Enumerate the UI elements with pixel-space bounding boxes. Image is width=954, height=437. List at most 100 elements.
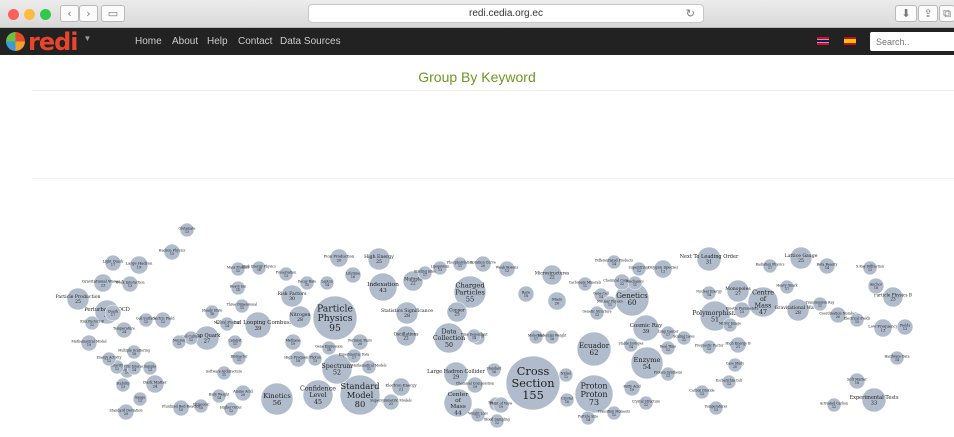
keyword-bubble[interactable]: Steady State16 [202,304,223,320]
keyword-bubble[interactable]: Oscillations22 [394,325,419,347]
keyword-bubble[interactable]: Fermion Pairs20 [348,333,372,351]
keyword-bubble[interactable]: Crystal16 [559,392,575,408]
keyword-bubble[interactable]: Molecular Weight16 [538,329,567,345]
keyword-bubble[interactable]: Case Study20 [726,357,744,373]
bubble-count: 20 [555,300,560,305]
keyword-bubble[interactable]: Mass20 [547,291,567,311]
bubble-count: 13 [185,230,189,234]
keyword-bubble[interactable]: Three Dimensional11 [227,298,258,314]
keyword-bubble[interactable]: Crystal Structure12 [632,395,660,411]
keyword-bubble[interactable]: Standard16 [487,362,502,378]
keyword-bubble[interactable]: Soft Matter18 [847,372,867,390]
keyword-bubble[interactable]: Quark17 [104,304,122,322]
bubble-count: 25 [798,258,804,264]
bubble-count: 18 [524,294,528,298]
keyword-bubble[interactable]: High Energy B21 [725,336,751,354]
keyword-bubble[interactable]: Kinetics56 [260,382,294,416]
keyword-bubble[interactable]: Light Quark17 [103,254,125,272]
keyword-bubble[interactable]: Lattice Gauge25 [785,246,818,270]
keyword-bubble[interactable]: Decay Rate15 [298,275,317,291]
keyword-bubble[interactable]: Temperature24 [113,321,135,339]
keyword-bubble[interactable]: Real Time12 [660,340,676,356]
keyword-bubble[interactable]: Heavy Ion15 [230,280,246,296]
keyword-bubble[interactable]: Heavy Quark17 [776,279,798,295]
keyword-bubble[interactable]: Sample12 [142,360,158,376]
keyword-bubble[interactable]: Microstructures22 [535,264,569,286]
keyword-bubble[interactable]: Indexation43 [367,272,399,302]
keyword-bubble[interactable]: Blood Sampling12 [484,413,510,429]
keyword-bubble[interactable]: Oxygen Species12 [648,259,678,279]
keyword-bubble[interactable]: High Frequency18 [284,350,312,368]
bubble-count: 13 [700,392,704,396]
keyword-bubble[interactable]: Radiation Physics17 [756,258,785,274]
keyword-bubble[interactable]: Escherichia Coli12 [716,374,742,390]
keyword-bubble[interactable]: Activated Carbon12 [819,397,848,413]
keyword-bubble[interactable]: X Ray Diffraction12 [856,260,884,276]
keyword-bubble[interactable]: Weak Bosons13 [496,260,519,278]
keyword-bubble[interactable]: Hardware Data14 [885,350,910,366]
keyword-bubble[interactable]: DataCollection50 [433,322,465,354]
keyword-bubble[interactable]: Beta Beauty14 [817,257,838,275]
keyword-bubble[interactable]: Amino Acid20 [232,384,254,402]
keyword-bubble[interactable]: Rotation Curve20 [470,255,496,273]
keyword-bubble[interactable]: Carbonate Minerals11 [569,276,602,292]
keyword-bubble[interactable]: CrossSection155 [505,355,561,411]
keyword-bubble[interactable]: Superstrings12 [629,261,650,277]
keyword-bubble[interactable]: Methane19 [284,333,302,351]
keyword-bubble[interactable]: Rare18 [517,285,535,303]
keyword-bubble[interactable]: Statistics Significance28 [381,301,433,325]
keyword-bubble[interactable]: Nitrogen28 [288,305,312,329]
keyword-bubble[interactable]: Catalyst11 [227,334,242,350]
bubble-count: 16 [550,337,554,341]
keyword-bubble[interactable]: Higher Order12 [220,401,242,417]
keyword-bubble[interactable]: Carbon Dioxide13 [689,384,715,400]
bubble-count: 11 [458,264,462,268]
keyword-bubble[interactable]: Electron Energy21 [385,377,417,397]
bubble-count: 28 [795,310,801,316]
keyword-bubble[interactable]: Low Frequency13 [868,318,899,338]
keyword-bubble[interactable]: Cell Surface12 [136,312,156,328]
keyword-bubble[interactable]: Neuron13 [171,334,187,350]
keyword-bubble[interactable]: Dark Matter24 [143,374,167,394]
keyword-bubble[interactable]: Next To Leading Order31 [680,246,739,272]
keyword-bubble[interactable]: Copper25 [446,301,468,323]
keyword-bubble[interactable]: Glutamate13 [179,222,196,238]
bubble-count: 155 [522,388,544,402]
keyword-bubble[interactable]: ParticlePhysics95 [312,295,358,341]
keyword-bubble[interactable]: Bioreactor11 [230,350,248,366]
keyword-bubble[interactable]: Photon13 [307,351,323,367]
keyword-bubble[interactable]: Body Weight14 [209,388,230,404]
keyword-bubble[interactable]: Monopoles27 [725,279,751,303]
keyword-bubble[interactable]: Fields13 [896,318,914,336]
bubble-count: 13 [177,342,181,346]
keyword-bubble[interactable]: Stability13 [115,377,131,393]
keyword-bubble[interactable]: Hadron Physics15 [159,243,186,261]
keyword-bubble[interactable]: Large Hadron19 [126,255,153,275]
keyword-bubble[interactable]: Phosphorylation11 [447,256,473,272]
keyword-bubble[interactable]: CentreofMass47 [747,286,779,318]
keyword-bubble[interactable]: Temperatures13 [705,400,728,416]
keyword-bubble[interactable]: Prognostic Factor13 [695,339,724,355]
keyword-bubble[interactable]: Ecuador62 [576,331,612,367]
keyword-bubble[interactable]: Mathematical Model19 [71,334,107,352]
keyword-bubble[interactable]: Standard Deviation20 [109,403,143,421]
keyword-bubble[interactable]: Lepton14 [319,275,335,291]
keyword-bubble[interactable]: Preservation13 [276,266,297,282]
keyword-bubble[interactable]: Software Architecture11 [206,365,242,381]
keyword-bubble[interactable]: ConfidenceLevel45 [300,379,336,411]
keyword-bubble[interactable]: Gauge12 [132,391,148,407]
bubble-count: 28 [297,317,303,323]
keyword-bubble[interactable]: Pion Production20 [324,248,355,268]
keyword-bubble[interactable]: Multiple Scattering18 [118,344,150,360]
keyword-bubble[interactable]: High Energy Physics16 [242,260,276,276]
keyword-bubble[interactable]: Cosmic Ray39 [630,314,663,342]
keyword-bubble[interactable]: ProtonProton73 [574,374,614,414]
keyword-bubble[interactable]: Lifetime16 [344,266,362,284]
keyword-bubble[interactable]: Experimental Tests33 [849,387,899,413]
keyword-bubble[interactable]: Fatty Acid19 [623,379,641,397]
keyword-bubble[interactable]: High Energy25 [364,247,394,271]
keyword-bubble[interactable]: Anchor18 [867,277,885,295]
bubble-count: 20 [733,365,737,369]
keyword-bubble[interactable]: Nuclear Energy14 [696,285,722,301]
keyword-bubble[interactable]: Nickel12 [558,367,574,383]
